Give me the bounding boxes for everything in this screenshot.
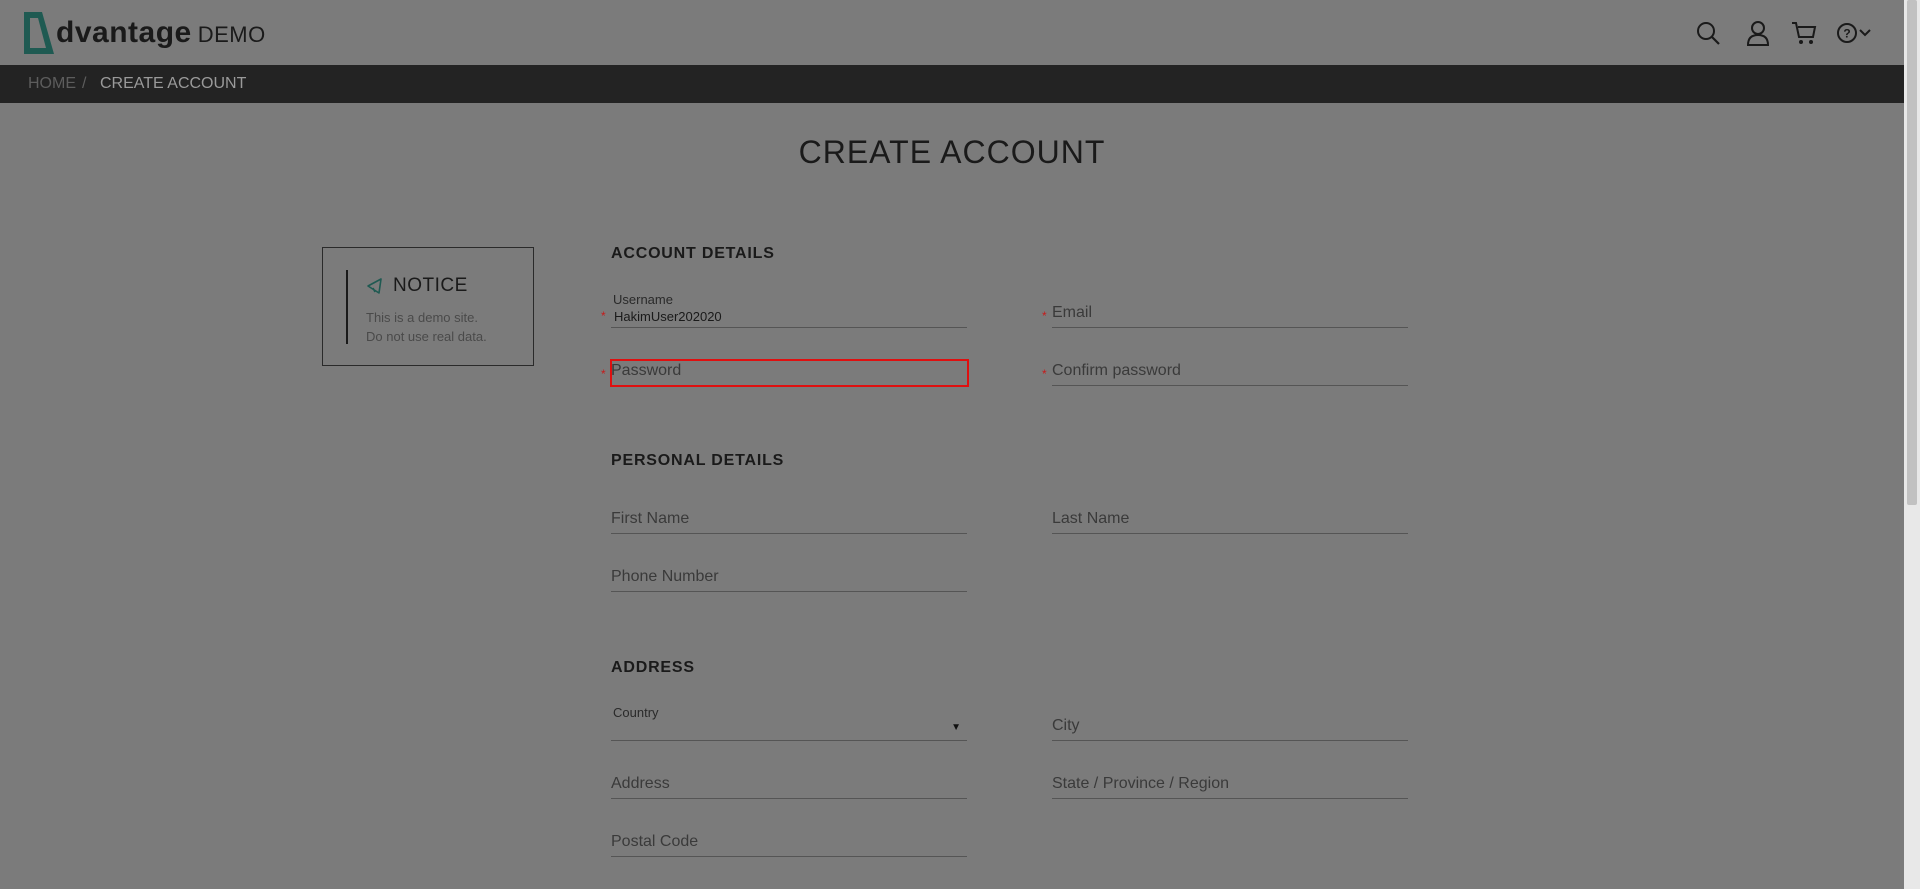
confirm-password-label: Confirm password	[1052, 362, 1181, 379]
postal-code-field[interactable]: Postal Code	[611, 823, 967, 857]
username-value: HakimUser202020	[614, 309, 722, 324]
notice-line-1: This is a demo site.	[366, 310, 478, 325]
notice-title: NOTICE	[393, 275, 468, 296]
breadcrumb-current: CREATE ACCOUNT	[100, 75, 247, 92]
logo-demo-text: DEMO	[197, 22, 266, 47]
country-label: Country	[613, 705, 659, 720]
logo-text: dvantage	[56, 16, 192, 49]
last-name-label: Last Name	[1052, 510, 1130, 527]
scrollbar-thumb[interactable]	[1907, 0, 1917, 505]
required-marker-username: *	[601, 309, 606, 323]
section-title-account-details: ACCOUNT DETAILS	[611, 245, 775, 262]
required-marker-password: *	[601, 367, 606, 381]
breadcrumb: HOME / CREATE ACCOUNT	[0, 65, 1904, 103]
search-icon[interactable]	[1693, 18, 1723, 48]
section-title-personal-details: PERSONAL DETAILS	[611, 452, 785, 469]
megaphone-icon	[367, 278, 382, 294]
first-name-label: First Name	[611, 510, 690, 527]
chevron-down-icon[interactable]	[1858, 18, 1872, 48]
user-icon[interactable]	[1743, 18, 1773, 48]
breadcrumb-home-link[interactable]: HOME	[28, 75, 76, 93]
email-field[interactable]: Email	[1052, 294, 1408, 328]
phone-number-label: Phone Number	[611, 568, 719, 585]
address-label: Address	[611, 775, 670, 792]
page-title: CREATE ACCOUNT	[798, 134, 1106, 170]
cart-icon[interactable]	[1789, 18, 1819, 48]
city-label: City	[1052, 717, 1080, 734]
svg-text:?: ?	[1843, 27, 1850, 41]
required-marker-confirm-password: *	[1042, 367, 1047, 381]
confirm-password-field[interactable]: Confirm password	[1052, 352, 1408, 386]
site-header: dvantage DEMO ?	[0, 0, 1904, 65]
address-field[interactable]: Address	[611, 765, 967, 799]
password-field-highlight	[610, 359, 969, 387]
section-title-address: ADDRESS	[611, 659, 695, 676]
state-province-region-field[interactable]: State / Province / Region	[1052, 765, 1408, 799]
first-name-field[interactable]: First Name	[611, 500, 967, 534]
logo[interactable]: dvantage DEMO	[22, 10, 266, 56]
notice-line-2: Do not use real data.	[366, 329, 487, 344]
username-label: Username	[613, 292, 673, 307]
city-field[interactable]: City	[1052, 707, 1408, 741]
notice-box: NOTICE This is a demo site. Do not use r…	[322, 247, 534, 366]
help-icon[interactable]: ?	[1836, 18, 1858, 48]
phone-number-field[interactable]: Phone Number	[611, 558, 967, 592]
email-label: Email	[1052, 304, 1093, 321]
required-marker-email: *	[1042, 309, 1047, 323]
username-field[interactable]: Username HakimUser202020	[611, 292, 967, 328]
logo-mark-icon	[24, 12, 54, 54]
dropdown-arrow-icon: ▼	[951, 722, 961, 733]
country-select[interactable]: Country ▼	[611, 705, 967, 741]
state-province-region-label: State / Province / Region	[1052, 775, 1229, 792]
postal-code-label: Postal Code	[611, 833, 699, 850]
notice-bar	[346, 270, 348, 344]
breadcrumb-separator: /	[82, 75, 87, 92]
last-name-field[interactable]: Last Name	[1052, 500, 1408, 534]
